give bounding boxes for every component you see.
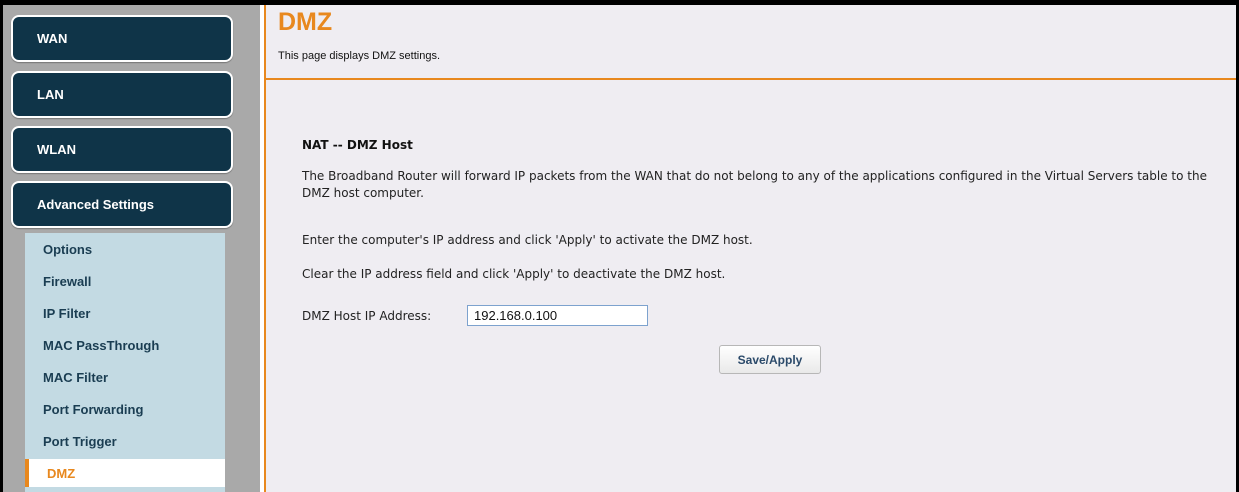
save-apply-button[interactable]: Save/Apply <box>719 345 821 374</box>
sidebar-item-dmz-label: DMZ <box>47 465 76 481</box>
sidebar-item-firewall[interactable]: Firewall <box>25 267 225 295</box>
menu-lan-button[interactable]: LAN <box>11 71 233 118</box>
sidebar-item-ip-filter[interactable]: IP Filter <box>25 299 225 327</box>
page-header <box>266 5 1236 79</box>
menu-advanced-settings-button[interactable]: Advanced Settings <box>11 181 233 228</box>
menu-wlan-button[interactable]: WLAN <box>11 126 233 173</box>
sidebar-item-options[interactable]: Options <box>25 235 225 263</box>
header-rule <box>266 78 1236 80</box>
dmz-host-ip-input[interactable] <box>467 305 648 326</box>
page-title: DMZ <box>278 8 333 36</box>
deactivate-instruction: Clear the IP address field and click 'Ap… <box>302 267 726 281</box>
sidebar-item-mac-filter[interactable]: MAC Filter <box>25 363 225 391</box>
sidebar-item-dmz[interactable]: DMZ <box>25 459 225 487</box>
sidebar: WAN LAN WLAN Advanced Settings Options F… <box>3 5 260 492</box>
description-paragraph: The Broadband Router will forward IP pac… <box>302 169 1207 200</box>
sidebar-item-mac-passthrough[interactable]: MAC PassThrough <box>25 331 225 359</box>
page-subtitle: This page displays DMZ settings. <box>278 50 441 62</box>
sidebar-item-port-trigger[interactable]: Port Trigger <box>25 427 225 455</box>
section-title: NAT -- DMZ Host <box>302 138 413 152</box>
sidebar-item-port-forwarding[interactable]: Port Forwarding <box>25 395 225 423</box>
dmz-host-ip-label: DMZ Host IP Address: <box>302 309 432 323</box>
active-marker <box>25 459 29 487</box>
menu-wan-button[interactable]: WAN <box>11 15 233 62</box>
advanced-settings-submenu: Options Firewall IP Filter MAC PassThrou… <box>25 233 225 492</box>
activate-instruction: Enter the computer's IP address and clic… <box>302 233 753 247</box>
